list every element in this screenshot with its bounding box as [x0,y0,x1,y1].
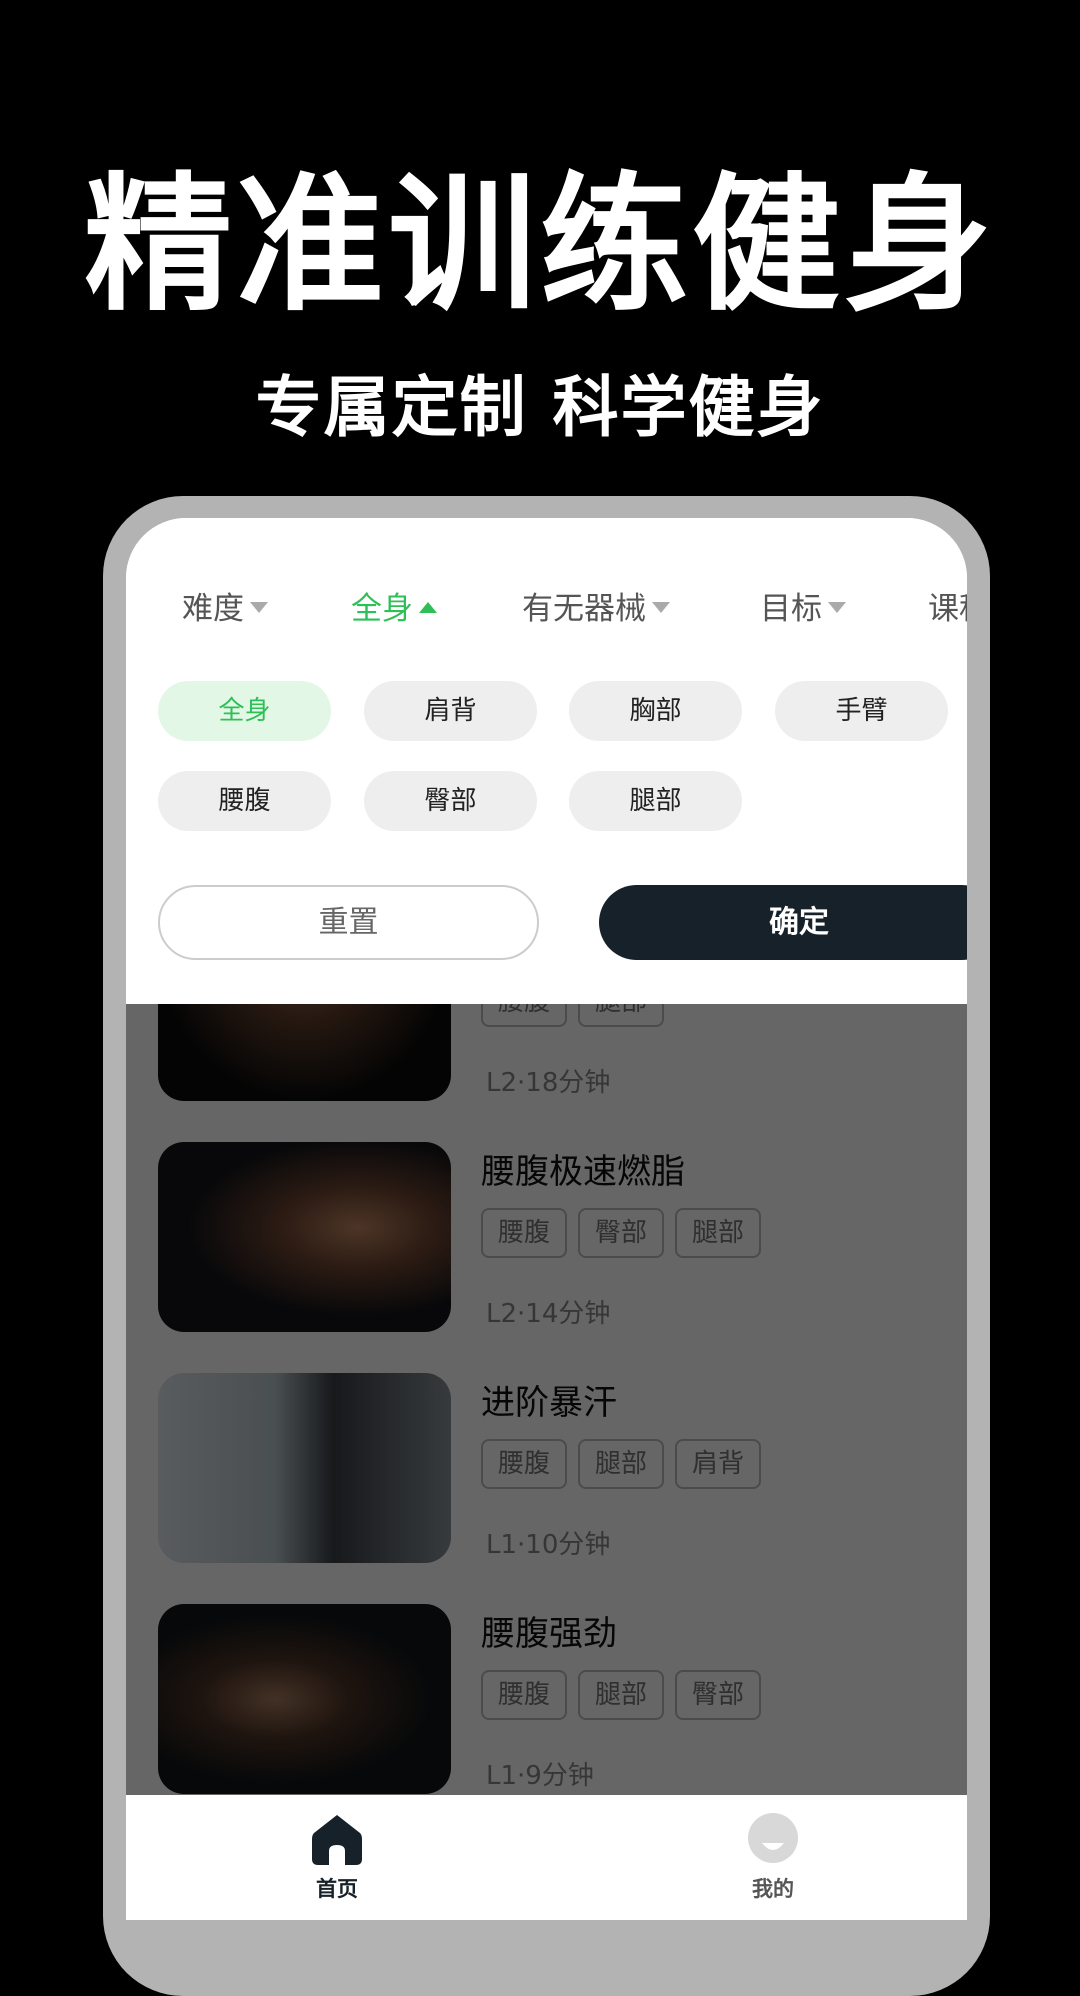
caret-down-icon [652,602,670,613]
tab-goal[interactable]: 目标 [760,585,846,633]
chip-chest[interactable]: 胸部 [569,681,742,741]
tab-body-part[interactable]: 全身 [351,585,437,633]
nav-home-label: 首页 [316,1877,358,1901]
tab-label: 有无器械 [522,591,646,627]
confirm-button[interactable]: 确定 [599,885,967,960]
bottom-nav: 首页 我的 [126,1795,967,1920]
confirm-clip: 确定 [126,880,967,970]
tab-difficulty[interactable]: 难度 [182,585,268,633]
chip-waist-abs[interactable]: 腰腹 [158,771,331,831]
chip-shoulder-back[interactable]: 肩背 [364,681,537,741]
caret-down-icon [828,602,846,613]
nav-profile[interactable]: 我的 [713,1813,833,1903]
chip-legs[interactable]: 腿部 [569,771,742,831]
tab-label: 课程 [928,591,967,627]
nav-profile-label: 我的 [752,1877,794,1901]
caret-down-icon [250,602,268,613]
home-icon [312,1815,362,1865]
caret-up-icon [419,602,437,613]
tab-label: 全身 [351,591,413,627]
promo-headline: 精准训练健身 [84,159,996,331]
tab-equipment[interactable]: 有无器械 [522,585,670,633]
chip-glutes[interactable]: 臀部 [364,771,537,831]
tab-label: 目标 [760,591,822,627]
tab-label: 难度 [182,591,244,627]
dim-overlay[interactable] [126,1004,967,1795]
chip-full-body[interactable]: 全身 [158,681,331,741]
chip-arms[interactable]: 手臂 [775,681,948,741]
nav-home[interactable]: 首页 [277,1813,397,1903]
promo-subline: 专属定制 科学健身 [255,369,825,446]
profile-icon [748,1813,798,1863]
tab-course[interactable]: 课程 [928,585,967,633]
